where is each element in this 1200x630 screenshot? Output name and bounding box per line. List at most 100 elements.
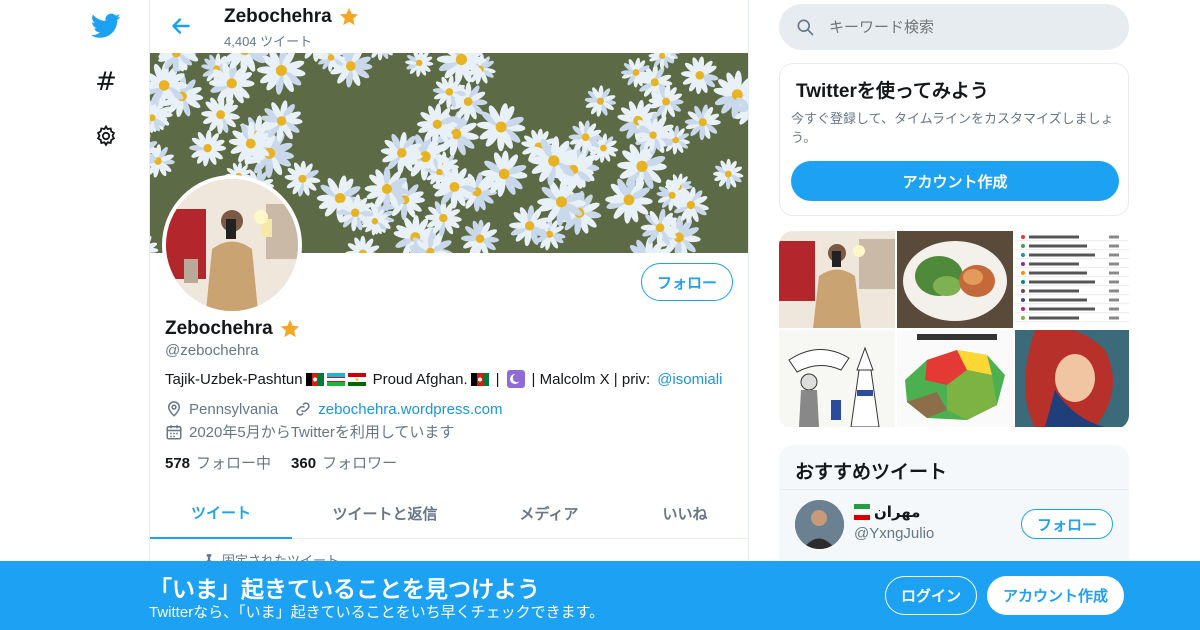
follow-button[interactable]: フォロー <box>641 263 733 301</box>
list-separator-decoration <box>1015 285 1129 287</box>
twitter-bird-icon[interactable] <box>84 4 128 48</box>
list-value-decoration <box>1109 235 1119 239</box>
list-line-decoration <box>1029 316 1079 320</box>
login-button[interactable]: ログイン <box>885 576 977 615</box>
profile-website-link[interactable]: zebochehra.wordpress.com <box>318 401 502 418</box>
tab-tweets[interactable]: ツイート <box>150 487 292 539</box>
daisy-decoration <box>684 104 721 141</box>
daisy-decoration <box>405 53 434 77</box>
media-thumbnail[interactable] <box>779 330 895 427</box>
list-line-decoration <box>1029 244 1087 248</box>
following-count-link[interactable]: 578 フォロー中 <box>165 452 271 473</box>
list-value-decoration <box>1109 307 1119 311</box>
recommended-user-handle: @YxngJulio <box>854 525 935 542</box>
list-bullet-decoration <box>1021 235 1025 239</box>
recommended-user-name-text: مهران <box>874 504 921 521</box>
list-value-decoration <box>1109 298 1119 302</box>
media-thumbnail[interactable] <box>1015 330 1129 427</box>
afghanistan-flag-icon <box>470 372 489 386</box>
header-name: Zebochehra <box>224 6 360 28</box>
left-nav: # <box>80 0 132 630</box>
recommended-user-name[interactable]: مهران <box>854 503 920 521</box>
list-bullet-decoration <box>1021 253 1025 257</box>
list-line-decoration <box>1029 289 1079 293</box>
profile-joined-row: 2020年5月からTwitterを利用しています <box>165 421 454 442</box>
followers-count: 360 <box>291 455 317 472</box>
iran-flag-icon <box>854 504 870 520</box>
followers-label: フォロワー <box>322 455 398 472</box>
tab-tweets-and-replies[interactable]: ツイートと返信 <box>292 487 478 539</box>
recommended-title: おすすめツイート <box>795 462 948 483</box>
hashtag-icon[interactable]: # <box>84 60 128 104</box>
tab-likes[interactable]: いいね <box>620 487 748 539</box>
link-icon <box>296 402 310 416</box>
search-input[interactable] <box>829 18 1109 36</box>
daisy-decoration <box>476 103 526 152</box>
list-value-decoration <box>1109 253 1119 257</box>
twitter-profile-page: # Zebochehra 4,404 ツイート フォロー Zebochehra … <box>0 0 1200 630</box>
profile-name: Zebochehra <box>165 318 301 340</box>
afghanistan-flag-icon <box>305 372 324 386</box>
media-thumbnail[interactable] <box>779 231 895 328</box>
list-bullet-decoration <box>1021 316 1025 320</box>
star-icon <box>339 7 358 26</box>
tajikistan-flag-icon <box>347 372 366 386</box>
create-account-button[interactable]: アカウント作成 <box>791 161 1119 201</box>
daisy-decoration <box>680 56 719 95</box>
daisy-decoration <box>713 158 744 190</box>
list-line-decoration <box>1029 298 1087 302</box>
list-separator-decoration <box>1015 258 1129 260</box>
signup-card-title: Twitterを使ってみよう <box>796 81 989 102</box>
following-count: 578 <box>165 455 191 472</box>
list-separator-decoration <box>1015 276 1129 278</box>
followers-count-link[interactable]: 360 フォロワー <box>291 452 397 473</box>
list-line-decoration <box>1029 307 1095 311</box>
profile-column: Zebochehra 4,404 ツイート フォロー Zebochehra @z… <box>149 0 749 630</box>
settings-gear-icon[interactable] <box>84 114 128 158</box>
tweet-count: 4,404 ツイート <box>224 34 313 49</box>
daisy-decoration <box>189 129 227 167</box>
media-thumbnail[interactable] <box>897 330 1013 427</box>
uzbekistan-flag-icon <box>326 372 345 386</box>
search-bar[interactable] <box>779 4 1129 50</box>
back-arrow-icon[interactable] <box>168 13 194 39</box>
media-thumbnail[interactable] <box>1015 231 1129 328</box>
daisy-decoration <box>150 235 159 253</box>
signup-button[interactable]: アカウント作成 <box>987 576 1124 615</box>
list-bullet-decoration <box>1021 280 1025 284</box>
list-separator-decoration <box>1015 267 1129 269</box>
bio-mention-link[interactable]: @isomiali <box>657 371 722 388</box>
divider <box>779 489 1129 490</box>
list-value-decoration <box>1109 316 1119 320</box>
profile-avatar[interactable] <box>162 175 302 315</box>
daisy-decoration <box>344 235 381 253</box>
list-bullet-decoration <box>1021 307 1025 311</box>
recommended-user-avatar[interactable] <box>795 500 844 549</box>
profile-meta-row: Pennsylvania zebochehra.wordpress.com <box>165 400 503 418</box>
bio-text-3: | <box>495 370 500 388</box>
list-line-decoration <box>1029 280 1095 284</box>
media-grid <box>779 231 1129 429</box>
list-separator-decoration <box>1015 294 1129 296</box>
list-value-decoration <box>1109 262 1119 266</box>
signup-card-description: 今すぐ登録して、タイムラインをカスタマイズしましょう。 <box>791 111 1114 145</box>
bio-text-4: | Malcolm X | priv: <box>531 370 651 388</box>
promo-subtext: Twitterなら、「いま」起きていることをいち早くチェックできます。 <box>149 604 605 621</box>
list-value-decoration <box>1109 289 1119 293</box>
list-separator-decoration <box>1015 303 1129 305</box>
profile-header-bar: Zebochehra 4,404 ツイート <box>150 0 748 53</box>
tab-media[interactable]: メディア <box>478 487 620 539</box>
following-label: フォロー中 <box>196 455 272 472</box>
profile-name-text: Zebochehra <box>165 318 273 339</box>
daisy-decoration <box>461 219 499 253</box>
recommended-follow-button[interactable]: フォロー <box>1021 509 1113 539</box>
header-name-text: Zebochehra <box>224 6 332 27</box>
search-icon <box>797 19 814 36</box>
list-line-decoration <box>1029 235 1079 239</box>
profile-joined-date: 2020年5月からTwitterを利用しています <box>189 424 455 441</box>
list-bullet-decoration <box>1021 298 1025 302</box>
media-thumbnail[interactable] <box>897 231 1013 328</box>
list-line-decoration <box>1029 262 1079 266</box>
list-value-decoration <box>1109 244 1119 248</box>
list-line-decoration <box>1029 271 1087 275</box>
